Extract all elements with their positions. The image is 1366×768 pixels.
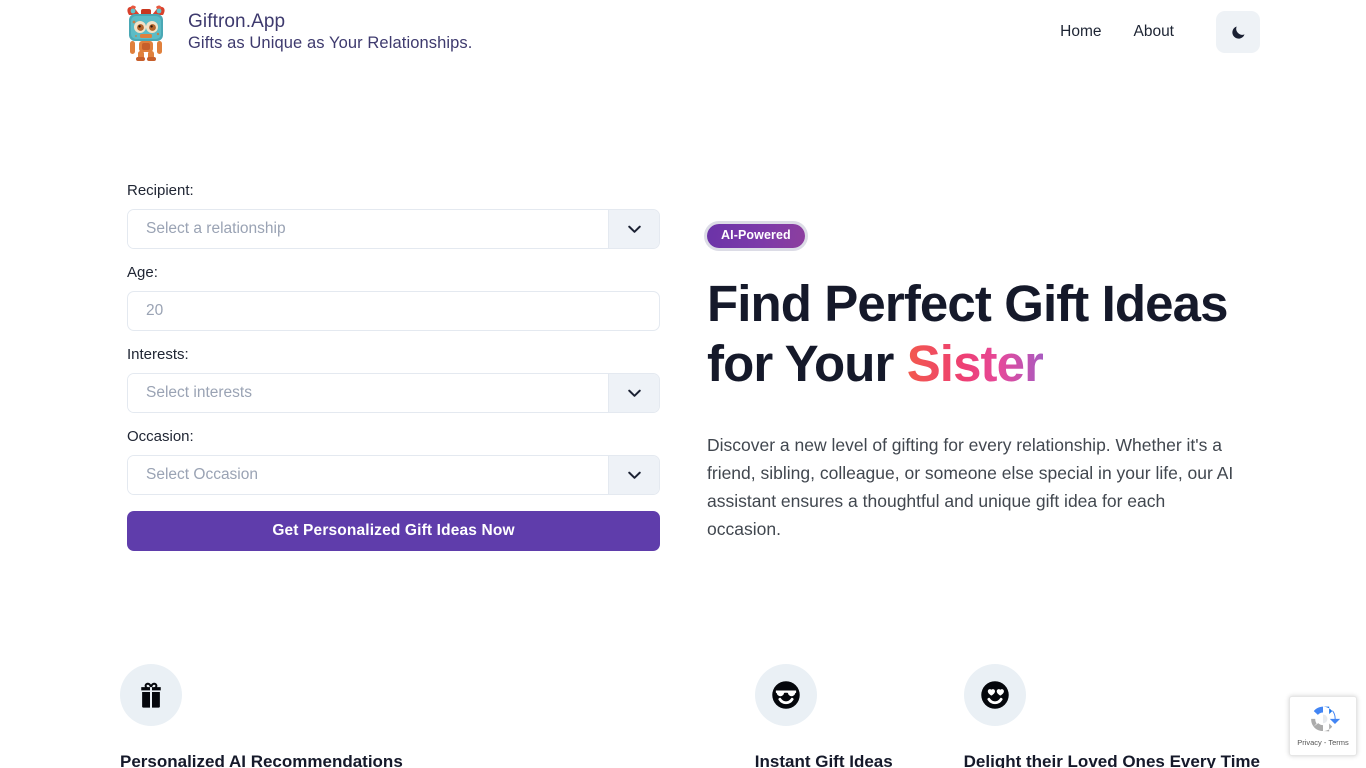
age-input[interactable] bbox=[127, 291, 660, 331]
field-occasion: Occasion: Select Occasion bbox=[127, 428, 660, 495]
occasion-label: Occasion: bbox=[127, 428, 194, 445]
gift-box-icon bbox=[120, 664, 182, 726]
brand-tagline: Gifts as Unique as Your Relationships. bbox=[188, 33, 473, 52]
moon-icon bbox=[1231, 25, 1245, 39]
recaptcha-links[interactable]: Privacy - Terms bbox=[1297, 738, 1349, 747]
chevron-down-icon[interactable] bbox=[608, 210, 659, 248]
hero-section: Recipient: Select a relationship Age: In… bbox=[0, 64, 1366, 664]
gift-finder-form: Recipient: Select a relationship Age: In… bbox=[127, 64, 660, 551]
hero-description: Discover a new level of gifting for ever… bbox=[707, 434, 1234, 539]
age-label: Age: bbox=[127, 264, 158, 281]
chevron-down-icon[interactable] bbox=[608, 456, 659, 494]
field-interests: Interests: Select interests bbox=[127, 346, 660, 413]
sunglasses-smiley-icon bbox=[754, 664, 817, 726]
feature-title: Delight their Loved Ones Every Time bbox=[963, 752, 1260, 768]
occasion-select[interactable]: Select Occasion bbox=[127, 455, 660, 495]
chevron-down-icon[interactable] bbox=[608, 374, 659, 412]
interests-select[interactable]: Select interests bbox=[127, 373, 660, 413]
features-strip: Personalized AI Recommendations Instant … bbox=[0, 664, 1366, 768]
field-age: Age: bbox=[127, 264, 660, 331]
interests-label: Interests: bbox=[127, 346, 189, 363]
feature-item: Instant Gift Ideas bbox=[403, 664, 930, 768]
nav-link-home[interactable]: Home bbox=[1058, 19, 1103, 45]
feature-title: Personalized AI Recommendations bbox=[120, 752, 403, 768]
site-header: Giftron.App Gifts as Unique as Your Rela… bbox=[0, 0, 1366, 64]
recaptcha-badge[interactable]: Privacy - Terms bbox=[1289, 696, 1357, 756]
recipient-label: Recipient: bbox=[127, 182, 194, 199]
feature-item: Personalized AI Recommendations bbox=[120, 664, 403, 768]
heart-eyes-smiley-icon bbox=[963, 664, 1026, 726]
hero-title-accent: Sister bbox=[906, 334, 1044, 392]
brand-text: Giftron.App Gifts as Unique as Your Rela… bbox=[188, 11, 472, 54]
recipient-select[interactable]: Select a relationship bbox=[127, 209, 660, 249]
get-gift-ideas-button[interactable]: Get Personalized Gift Ideas Now bbox=[127, 511, 660, 551]
theme-toggle-button[interactable] bbox=[1216, 11, 1260, 53]
ai-powered-badge: AI-Powered bbox=[707, 224, 805, 248]
brand-title: Giftron.App bbox=[188, 10, 286, 32]
recipient-select-value[interactable]: Select a relationship bbox=[128, 210, 608, 248]
occasion-select-value[interactable]: Select Occasion bbox=[128, 456, 608, 494]
brand-logo-link[interactable]: Giftron.App Gifts as Unique as Your Rela… bbox=[120, 3, 472, 61]
interests-select-value[interactable]: Select interests bbox=[128, 374, 608, 412]
hero-copy: AI-Powered Find Perfect Gift Ideas for Y… bbox=[660, 64, 1260, 543]
recaptcha-logo-icon bbox=[1311, 706, 1340, 732]
field-recipient: Recipient: Select a relationship bbox=[127, 182, 660, 249]
feature-title: Instant Gift Ideas bbox=[754, 752, 893, 768]
main-nav: Home About bbox=[1058, 11, 1260, 53]
feature-item: Delight their Loved Ones Every Time bbox=[930, 664, 1260, 768]
nav-link-about[interactable]: About bbox=[1131, 19, 1176, 45]
page-title: Find Perfect Gift Ideas for Your Sister bbox=[707, 274, 1247, 394]
robot-gift-logo-icon bbox=[127, 5, 165, 61]
